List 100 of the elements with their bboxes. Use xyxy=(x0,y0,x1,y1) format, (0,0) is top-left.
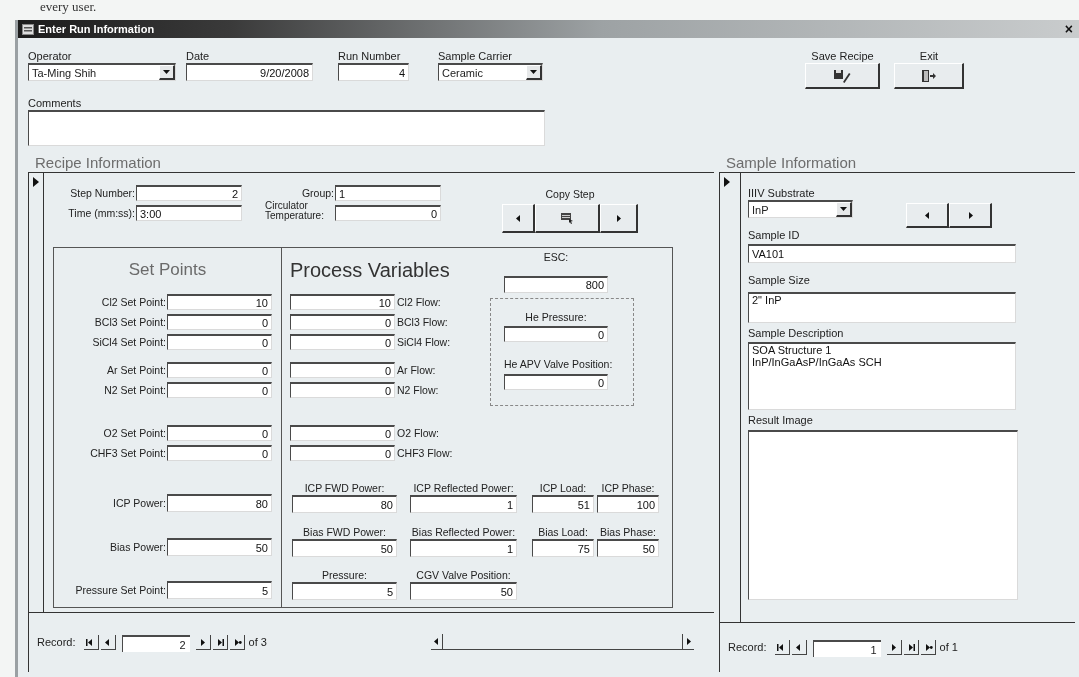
next-step-button[interactable] xyxy=(600,204,638,233)
new-record-button[interactable] xyxy=(229,635,245,650)
text-field[interactable]: 75 xyxy=(532,539,594,557)
text-field[interactable]: VA101 xyxy=(748,244,1016,263)
field-label: Bias Phase: xyxy=(599,526,656,539)
dropdown-arrow-icon xyxy=(840,207,847,211)
text-field[interactable]: 2" InP xyxy=(748,292,1016,323)
field-label: CHF3 Set Point: xyxy=(89,447,167,459)
text-field[interactable]: 0 xyxy=(167,445,272,461)
text-field[interactable]: 0 xyxy=(167,425,272,441)
field-label: He Pressure: xyxy=(524,311,588,324)
column-title: Set Points xyxy=(127,259,208,281)
horizontal-scrollbar[interactable] xyxy=(431,634,694,650)
field-label: ESC: xyxy=(542,251,570,264)
door-arrow-icon xyxy=(920,68,937,83)
text-field[interactable]: 50 xyxy=(292,539,397,557)
field-label: Pressure: xyxy=(322,569,367,582)
first-record-button[interactable] xyxy=(83,635,99,650)
section-title: Sample Information xyxy=(725,154,858,172)
text-field[interactable]: 3:00 xyxy=(136,205,242,221)
field-label: Sample Description xyxy=(748,327,845,340)
record-number-field[interactable]: 1 xyxy=(812,640,881,657)
text-field[interactable]: 51 xyxy=(532,495,594,513)
text-field[interactable]: 0 xyxy=(290,334,395,350)
record-selector-icon xyxy=(724,177,730,187)
text-field[interactable]: 0 xyxy=(504,326,608,342)
text-field[interactable]: 0 xyxy=(290,425,395,441)
record-number-field[interactable]: 2 xyxy=(121,635,190,652)
text-field[interactable]: 2 xyxy=(136,185,242,201)
copy-step-button[interactable] xyxy=(535,204,600,233)
field-label: N2 Flow: xyxy=(397,384,439,396)
document-text: every user. xyxy=(39,0,98,16)
field-label: Bias Power: xyxy=(108,541,167,553)
text-field[interactable]: 9/20/2008 xyxy=(186,63,313,81)
field-label: Group: xyxy=(300,186,335,200)
text-field[interactable]: 80 xyxy=(292,495,397,513)
button-label: Save Recipe xyxy=(811,50,874,63)
field-label: ICP Power: xyxy=(112,497,167,509)
record-count: of 3 xyxy=(248,635,267,650)
last-record-button[interactable] xyxy=(903,640,919,655)
text-field[interactable]: 1 xyxy=(410,495,517,513)
text-field[interactable]: 0 xyxy=(167,334,272,350)
description-field[interactable]: SOA Structure 1 InP/InGaAsP/InGaAs SCH xyxy=(748,342,1016,410)
toolbar-button[interactable] xyxy=(805,63,880,89)
first-record-button[interactable] xyxy=(774,640,790,655)
text-field[interactable]: 0 xyxy=(167,314,272,330)
field-label: Result Image xyxy=(748,414,814,427)
previous-step-button[interactable] xyxy=(502,204,535,233)
record-label: Record: xyxy=(728,640,767,655)
field-label: CGV Valve Position: xyxy=(416,569,511,582)
column-title: Process Variables xyxy=(290,257,451,283)
text-field[interactable]: 0 xyxy=(335,205,441,221)
previous-record-button[interactable] xyxy=(791,640,807,655)
dropdown-field[interactable]: Ta-Ming Shih xyxy=(28,63,176,81)
next-record-button[interactable] xyxy=(195,635,211,650)
previous-sample-button[interactable] xyxy=(906,203,949,228)
text-field[interactable]: 50 xyxy=(597,539,659,557)
field-label: Ar Flow: xyxy=(397,364,436,376)
next-sample-button[interactable] xyxy=(949,203,992,228)
text-field[interactable]: 0 xyxy=(167,382,272,398)
field-label: Step Number: xyxy=(69,186,136,200)
text-field[interactable]: 50 xyxy=(167,538,272,556)
text-field[interactable]: 5 xyxy=(167,581,272,599)
comments-field[interactable] xyxy=(28,110,545,146)
field-label: Cl2 Set Point: xyxy=(100,296,167,308)
text-field[interactable]: 10 xyxy=(167,294,272,310)
dropdown-arrow-icon xyxy=(530,70,537,74)
text-field[interactable]: 80 xyxy=(167,494,272,512)
text-field[interactable]: 0 xyxy=(290,382,395,398)
text-field[interactable]: 800 xyxy=(504,276,608,293)
text-field[interactable]: 0 xyxy=(167,362,272,378)
next-record-button[interactable] xyxy=(886,640,902,655)
text-field[interactable]: 50 xyxy=(410,582,517,600)
field-label: BCl3 Flow: xyxy=(397,316,448,328)
dropdown-field[interactable]: Ceramic xyxy=(438,63,543,81)
text-field[interactable]: 5 xyxy=(292,582,397,600)
button-label: Copy Step xyxy=(545,188,595,201)
section-title: Recipe Information xyxy=(34,154,162,172)
toolbar-button[interactable] xyxy=(894,63,964,89)
new-record-button[interactable] xyxy=(920,640,936,655)
dropdown-field[interactable]: InP xyxy=(748,200,853,218)
text-field[interactable]: 0 xyxy=(290,445,395,461)
text-field[interactable]: 0 xyxy=(504,374,608,390)
text-field[interactable]: 0 xyxy=(290,314,395,330)
field-label: IIIV Substrate xyxy=(748,187,816,200)
last-record-button[interactable] xyxy=(212,635,228,650)
close-button[interactable]: × xyxy=(1062,22,1075,36)
dropdown-arrow-icon xyxy=(163,70,170,74)
form-icon xyxy=(22,23,34,35)
field-label: Run Number xyxy=(338,50,402,63)
text-field[interactable]: 1 xyxy=(335,185,441,201)
text-field[interactable]: 10 xyxy=(290,294,395,310)
field-label: Sample ID xyxy=(748,229,801,242)
text-field[interactable]: 4 xyxy=(338,63,409,81)
text-field[interactable]: 100 xyxy=(597,495,659,513)
previous-record-button[interactable] xyxy=(100,635,116,650)
button-label: Exit xyxy=(919,50,939,63)
text-field[interactable]: 0 xyxy=(290,362,395,378)
text-field[interactable]: 1 xyxy=(410,539,517,557)
field-label: Bias Reflected Power: xyxy=(411,526,516,539)
